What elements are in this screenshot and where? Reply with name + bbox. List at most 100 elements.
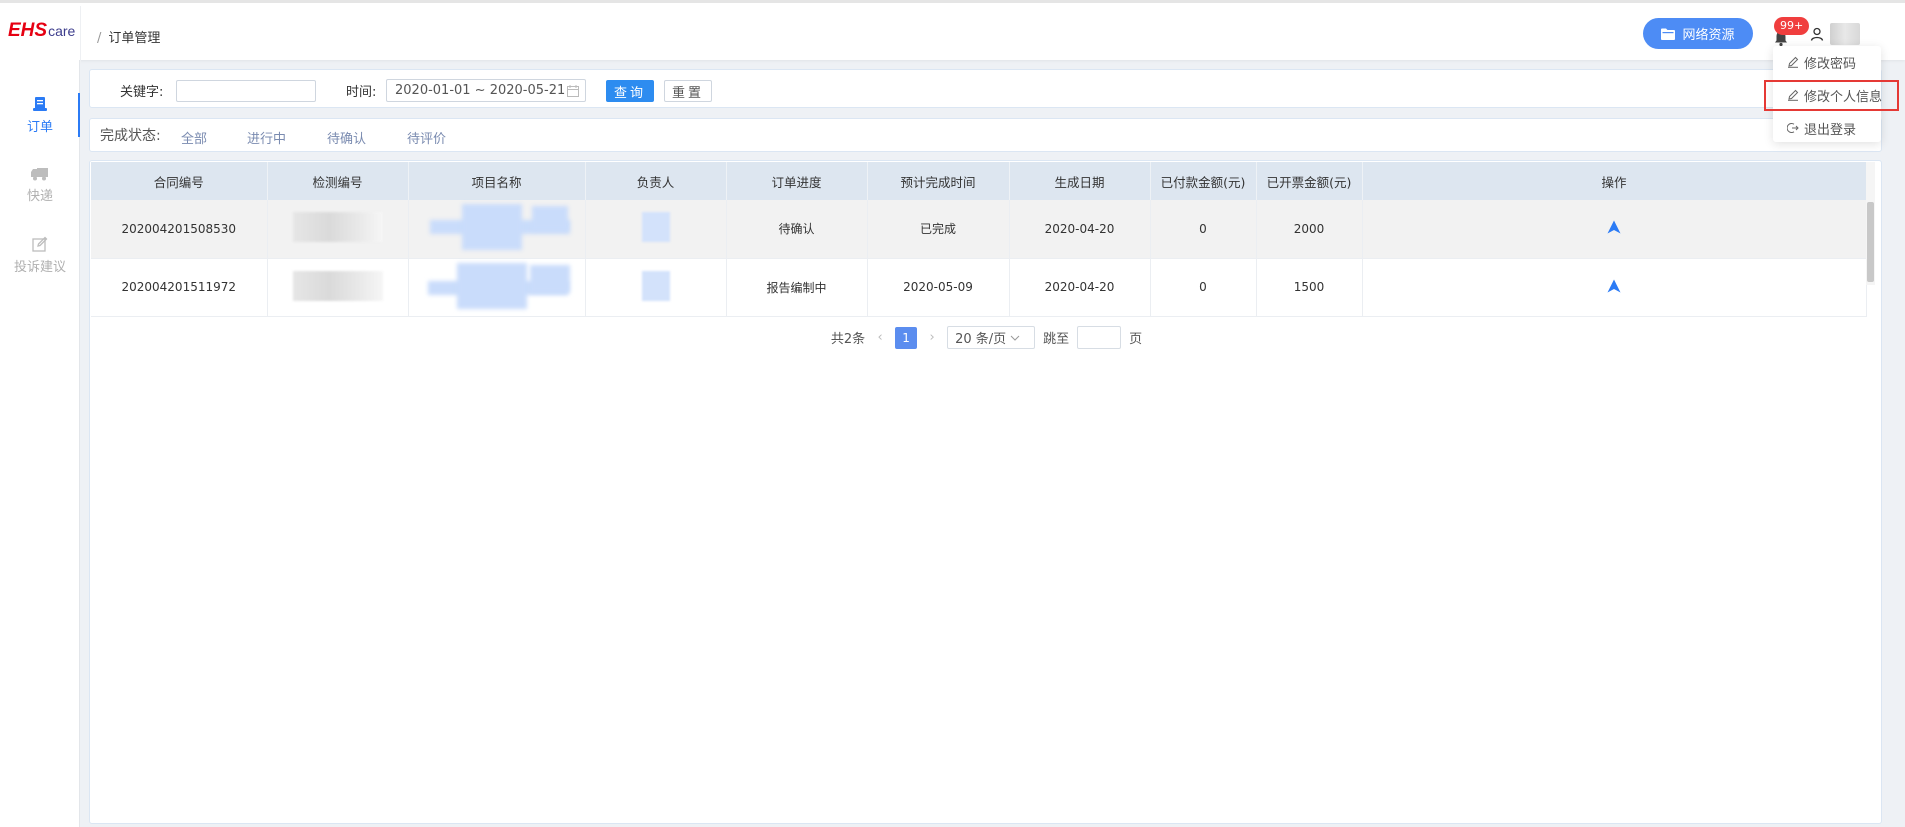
redacted-text — [292, 212, 383, 243]
breadcrumb-current: 订单管理 — [108, 31, 161, 46]
page-size-select[interactable]: 20 条/页 — [947, 326, 1036, 349]
redacted-text — [292, 270, 383, 301]
chevron-down-icon — [1010, 335, 1020, 341]
tab-pending-confirm[interactable]: 待确认 — [327, 128, 366, 147]
sidebar-item-express[interactable]: 快递 — [0, 155, 80, 215]
reset-button[interactable]: 重置 — [664, 80, 712, 102]
owner-cell — [585, 200, 727, 259]
paid-amount-cell: 0 — [1150, 200, 1257, 259]
column-header[interactable]: 已付款金额(元) — [1150, 162, 1257, 200]
orders-table-card: 合同编号 检测编号 项目名称 负责人 订单进度 预计完成时间 生成日期 已付款金… — [89, 160, 1882, 824]
detection-number-cell — [267, 258, 409, 317]
contract-number-cell: 202004201508530 — [91, 200, 268, 259]
network-resources-label: 网络资源 — [1682, 28, 1735, 43]
progress-cell: 报告编制中 — [726, 258, 868, 317]
tab-pending-review[interactable]: 待评价 — [407, 128, 446, 147]
expected-completion-cell: 2020-05-09 — [867, 258, 1010, 317]
top-header: EHScare / 订单管理 网络资源 99+ — [0, 0, 1905, 63]
brand-logo[interactable]: EHScare — [8, 20, 75, 42]
progress-cell: 待确认 — [726, 200, 868, 259]
paid-amount-cell: 0 — [1150, 258, 1257, 317]
keyword-input[interactable] — [176, 80, 316, 102]
expected-completion-cell: 已完成 — [867, 200, 1010, 259]
page-unit-label: 页 — [1129, 332, 1143, 347]
time-label: 时间: — [346, 85, 377, 100]
column-header[interactable]: 预计完成时间 — [867, 162, 1010, 200]
sidebar: 订单 快递 投诉建议 — [0, 60, 80, 827]
filter-bar: 关键字: 时间: 2020-01-01 ~ 2020-05-21 查询 重置 — [89, 69, 1882, 108]
column-header[interactable]: 负责人 — [585, 162, 727, 200]
menu-item-change-password[interactable]: 修改密码 — [1773, 48, 1881, 76]
owner-cell — [585, 258, 727, 317]
notification-badge: 99+ — [1774, 17, 1810, 35]
navigate-icon[interactable] — [1607, 279, 1621, 293]
highlight-box — [1764, 80, 1899, 111]
action-cell — [1362, 258, 1867, 317]
menu-item-label: 修改密码 — [1804, 56, 1857, 72]
calendar-icon — [567, 85, 579, 97]
column-header[interactable]: 合同编号 — [91, 162, 268, 200]
keyword-label: 关键字: — [120, 85, 164, 100]
logo-care-text: care — [48, 23, 76, 39]
column-header[interactable]: 生成日期 — [1009, 162, 1151, 200]
created-date-cell: 2020-04-20 — [1009, 258, 1151, 317]
next-page-icon[interactable]: › — [925, 330, 939, 345]
redacted-link[interactable] — [422, 262, 572, 309]
column-header[interactable]: 已开票金额(元) — [1256, 162, 1363, 200]
query-button[interactable]: 查询 — [606, 80, 654, 102]
navigate-icon[interactable] — [1607, 220, 1621, 234]
table-header-row: 合同编号 检测编号 项目名称 负责人 订单进度 预计完成时间 生成日期 已付款金… — [91, 162, 1867, 200]
page-size-value: 20 条/页 — [955, 332, 1007, 347]
column-header[interactable]: 项目名称 — [408, 162, 586, 200]
table-row[interactable]: 202004201511972 报告编制中 2020-05-09 2020-04… — [91, 258, 1867, 317]
project-name-cell[interactable] — [408, 258, 586, 317]
detection-number-cell — [267, 200, 409, 259]
truck-icon — [31, 168, 48, 181]
breadcrumb: / 订单管理 — [97, 27, 160, 46]
status-label: 完成状态: — [100, 128, 161, 144]
menu-item-label: 退出登录 — [1804, 122, 1857, 138]
invoiced-amount-cell: 1500 — [1256, 258, 1363, 317]
jump-page-input[interactable] — [1077, 326, 1122, 349]
sidebar-item-complaints[interactable]: 投诉建议 — [0, 225, 80, 285]
sidebar-item-label: 订单 — [26, 120, 53, 135]
invoiced-amount-cell: 2000 — [1256, 200, 1363, 259]
sidebar-item-label: 投诉建议 — [13, 260, 66, 275]
redacted-text — [641, 212, 670, 243]
header-divider — [80, 6, 81, 63]
column-header[interactable]: 检测编号 — [267, 162, 409, 200]
project-name-cell[interactable] — [408, 200, 586, 259]
table-row[interactable]: 202004201508530 待确认 已完成 2020-04-20 0 200… — [91, 200, 1867, 259]
logo-ehs-text: EHS — [8, 20, 48, 41]
redacted-text — [641, 270, 670, 301]
order-icon — [33, 97, 47, 111]
edit-icon — [1788, 56, 1799, 68]
sidebar-item-orders[interactable]: 订单 — [0, 85, 80, 145]
breadcrumb-separator: / — [97, 31, 102, 46]
logout-icon — [1787, 123, 1799, 133]
total-count: 共2条 — [830, 332, 866, 347]
username-avatar[interactable] — [1830, 23, 1860, 45]
prev-page-icon[interactable]: ‹ — [873, 330, 887, 345]
column-header[interactable]: 订单进度 — [726, 162, 868, 200]
date-range-picker[interactable]: 2020-01-01 ~ 2020-05-21 — [386, 79, 586, 102]
edit-icon — [32, 236, 48, 252]
menu-item-logout[interactable]: 退出登录 — [1773, 114, 1881, 142]
user-icon[interactable] — [1810, 27, 1824, 41]
redacted-link[interactable] — [422, 204, 572, 251]
folder-icon — [1661, 28, 1676, 40]
page-number-current[interactable]: 1 — [895, 326, 918, 349]
table-scrollbar-thumb[interactable] — [1867, 202, 1874, 282]
contract-number-cell: 202004201511972 — [91, 258, 268, 317]
tab-in-progress[interactable]: 进行中 — [247, 128, 286, 147]
column-header[interactable]: 操作 — [1362, 162, 1867, 200]
tab-all[interactable]: 全部 — [181, 128, 207, 147]
created-date-cell: 2020-04-20 — [1009, 200, 1151, 259]
sidebar-item-label: 快递 — [26, 189, 53, 204]
orders-table: 合同编号 检测编号 项目名称 负责人 订单进度 预计完成时间 生成日期 已付款金… — [91, 162, 1867, 317]
status-filter-bar: 完成状态: 全部 进行中 待确认 待评价 — [89, 118, 1882, 152]
network-resources-button[interactable]: 网络资源 — [1643, 18, 1753, 49]
pagination: 共2条 ‹ 1 › 20 条/页 跳至 页 — [90, 326, 1883, 349]
date-range-value: 2020-01-01 ~ 2020-05-21 — [395, 83, 566, 98]
jump-label: 跳至 — [1043, 332, 1070, 347]
